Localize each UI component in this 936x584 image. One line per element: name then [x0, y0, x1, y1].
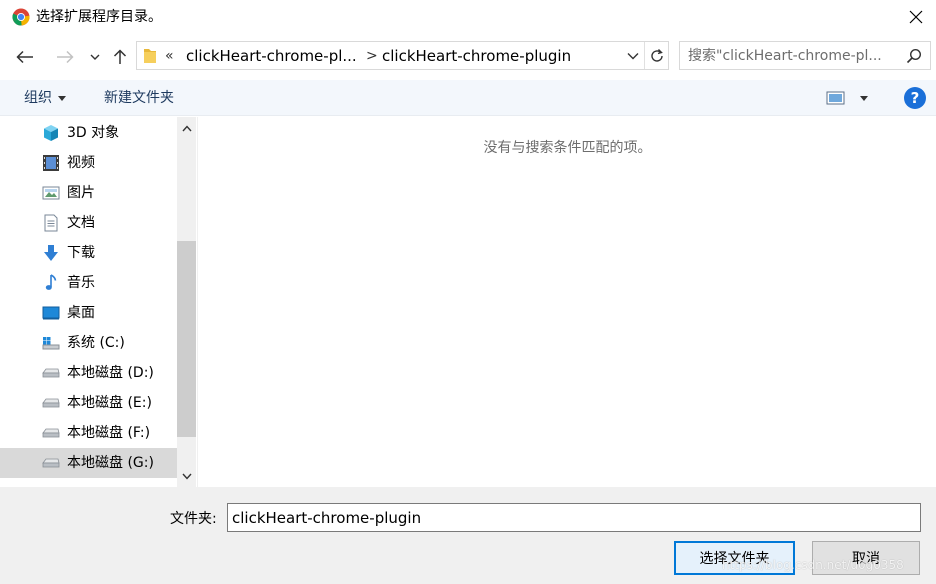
sidebar-item-label: 下载 — [67, 245, 95, 261]
refresh-icon — [651, 48, 663, 62]
sidebar-item-label: 桌面 — [67, 305, 95, 321]
back-button[interactable] — [10, 42, 40, 72]
sidebar-item-label: 图片 — [67, 185, 95, 201]
organize-menu[interactable]: 组织 — [24, 89, 66, 107]
folder-name-input[interactable] — [227, 503, 921, 532]
empty-results-message: 没有与搜索条件匹配的项。 — [483, 140, 652, 156]
command-toolbar: 组织 新建文件夹 ? — [0, 80, 936, 116]
arrow-left-icon — [16, 50, 33, 64]
desktop-icon — [42, 304, 60, 322]
watermark-text: https://blog.csdn.net/u0g0358 — [722, 558, 904, 572]
refresh-button[interactable] — [644, 42, 669, 69]
forward-button[interactable] — [50, 42, 80, 72]
search-input[interactable] — [688, 46, 898, 66]
address-bar[interactable]: « clickHeart-chrome-pl... > clickHeart-c… — [136, 41, 669, 70]
system-drive-icon — [42, 334, 60, 352]
window-title: 选择扩展程序目录。 — [36, 9, 162, 25]
breadcrumb-parent[interactable]: clickHeart-chrome-pl... — [186, 47, 357, 65]
title-bar: 选择扩展程序目录。 — [0, 0, 936, 34]
sidebar-item-desktop[interactable]: 桌面 — [0, 298, 177, 328]
sidebar-item-label: 3D 对象 — [67, 125, 120, 141]
drive-icon — [42, 454, 60, 472]
sidebar-item-label: 视频 — [67, 155, 95, 171]
sidebar-item-drive-d[interactable]: 本地磁盘 (D:) — [0, 358, 177, 388]
document-icon — [42, 214, 60, 232]
sidebar-item-pictures[interactable]: 图片 — [0, 178, 177, 208]
arrow-right-icon — [57, 50, 74, 64]
caret-down-icon — [860, 95, 868, 101]
view-icon — [826, 91, 845, 105]
folder-icon — [143, 47, 157, 69]
sidebar-item-drive-g[interactable]: 本地磁盘 (G:) — [0, 448, 177, 478]
recent-locations-button[interactable] — [86, 42, 104, 72]
close-button[interactable] — [896, 0, 936, 34]
drive-icon — [42, 424, 60, 442]
sidebar-item-3d-objects[interactable]: 3D 对象 — [0, 118, 177, 148]
sidebar-item-video[interactable]: 视频 — [0, 148, 177, 178]
search-box[interactable] — [679, 41, 931, 70]
navigation-pane: 3D 对象 视频 图片 文档 下载 音乐 桌面 系统 (C:) 本地磁盘 (D:… — [0, 117, 177, 487]
file-list-pane[interactable]: 没有与搜索条件匹配的项。 — [197, 117, 936, 487]
address-dropdown-button[interactable] — [622, 42, 644, 69]
caret-down-icon — [58, 95, 66, 101]
video-icon — [42, 154, 60, 172]
sidebar-item-music[interactable]: 音乐 — [0, 268, 177, 298]
close-icon — [909, 10, 923, 24]
download-icon — [42, 244, 60, 262]
new-folder-button[interactable]: 新建文件夹 — [104, 89, 174, 107]
dialog-footer: 文件夹: 选择文件夹 取消 https://blog.csdn.net/u0g0… — [0, 487, 936, 584]
up-button[interactable] — [108, 42, 132, 72]
chrome-icon — [12, 8, 30, 26]
chevron-down-icon — [181, 473, 192, 480]
scroll-down-button[interactable] — [177, 465, 196, 487]
sidebar-item-label: 本地磁盘 (F:) — [67, 425, 151, 441]
breadcrumb-current[interactable]: clickHeart-chrome-plugin — [382, 47, 571, 65]
overflow-chevron[interactable]: « — [165, 47, 174, 65]
scroll-up-button[interactable] — [177, 117, 196, 139]
sidebar-item-documents[interactable]: 文档 — [0, 208, 177, 238]
chevron-down-icon — [627, 52, 639, 59]
sidebar-item-system-c[interactable]: 系统 (C:) — [0, 328, 177, 358]
sidebar-item-label: 本地磁盘 (G:) — [67, 455, 154, 471]
sidebar-item-label: 本地磁盘 (D:) — [67, 365, 154, 381]
address-row: « clickHeart-chrome-pl... > clickHeart-c… — [0, 38, 936, 76]
drive-icon — [42, 364, 60, 382]
chevron-down-icon — [90, 54, 100, 60]
3d-objects-icon — [42, 124, 60, 142]
view-options-button[interactable] — [826, 88, 872, 108]
sidebar-item-label: 本地磁盘 (E:) — [67, 395, 152, 411]
arrow-up-icon — [113, 49, 127, 64]
organize-label: 组织 — [24, 90, 52, 106]
help-button[interactable]: ? — [904, 87, 926, 109]
sidebar-item-drive-e[interactable]: 本地磁盘 (E:) — [0, 388, 177, 418]
scrollbar-thumb[interactable] — [177, 241, 196, 437]
picture-icon — [42, 184, 60, 202]
folder-label: 文件夹: — [170, 511, 217, 527]
drive-icon — [42, 394, 60, 412]
sidebar-item-label: 文档 — [67, 215, 95, 231]
chevron-up-icon — [181, 124, 192, 131]
sidebar-item-label: 系统 (C:) — [67, 335, 125, 351]
sidebar-item-label: 音乐 — [67, 275, 95, 291]
music-icon — [42, 274, 60, 292]
search-icon[interactable] — [906, 48, 922, 68]
navigation-scrollbar[interactable] — [177, 117, 196, 487]
sidebar-item-drive-f[interactable]: 本地磁盘 (F:) — [0, 418, 177, 448]
sidebar-item-downloads[interactable]: 下载 — [0, 238, 177, 268]
breadcrumb-separator[interactable]: > — [366, 47, 378, 65]
